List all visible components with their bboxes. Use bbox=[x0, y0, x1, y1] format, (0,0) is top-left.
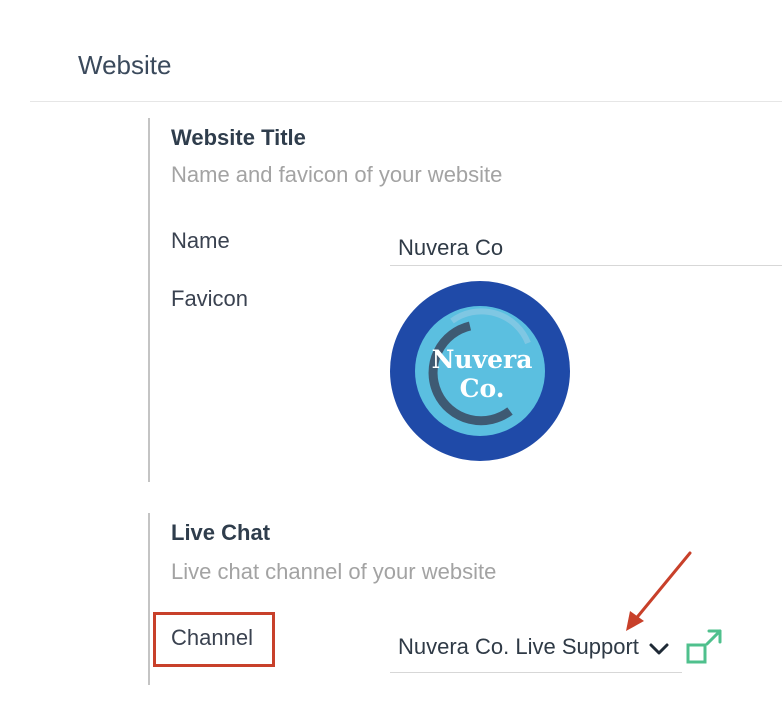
section-title: Website bbox=[78, 50, 172, 80]
live-chat-subtitle: Live chat channel of your website bbox=[171, 559, 497, 584]
website-title-subtitle: Name and favicon of your website bbox=[171, 162, 503, 187]
favicon-image[interactable]: Nuvera Co. bbox=[390, 281, 570, 461]
favicon-text-line1: Nuvera bbox=[432, 345, 533, 374]
name-input[interactable] bbox=[390, 230, 782, 266]
website-title-group: Website Title Name and favicon of your w… bbox=[148, 118, 782, 482]
red-arrow-annotation bbox=[626, 551, 692, 631]
live-chat-heading: Live Chat bbox=[171, 520, 271, 545]
section-divider bbox=[30, 101, 782, 102]
channel-highlight-box bbox=[153, 612, 275, 667]
name-label: Name bbox=[171, 228, 230, 253]
favicon-label: Favicon bbox=[171, 286, 249, 311]
website-title-heading: Website Title bbox=[171, 125, 306, 150]
favicon-text-line2: Co. bbox=[460, 374, 505, 403]
